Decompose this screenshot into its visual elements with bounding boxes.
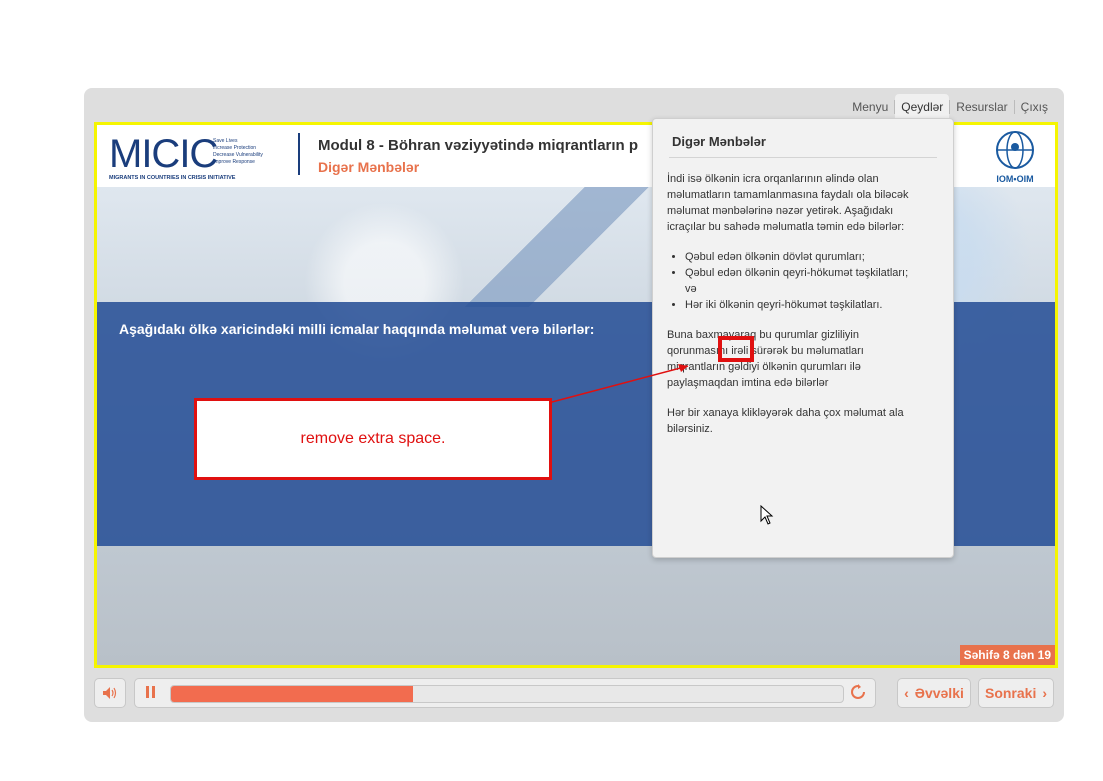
next-label: Sonraki (984, 685, 1037, 701)
prev-label: Əvvəlki (914, 685, 964, 701)
speaker-icon (103, 687, 117, 699)
annotation-callout: remove extra space. (194, 398, 552, 480)
progress-track[interactable] (170, 685, 844, 703)
prev-button[interactable]: ‹ Əvvəlki (897, 678, 971, 708)
callout-text: remove extra space. (300, 430, 446, 447)
volume-button[interactable] (94, 678, 126, 708)
callout-arrow (551, 364, 689, 403)
chevron-left-icon: ‹ (904, 685, 909, 701)
pause-icon[interactable] (145, 685, 157, 702)
player-controls: ‹ Əvvəlki Sonraki › (84, 676, 1064, 710)
chevron-right-icon: › (1042, 685, 1048, 701)
progress-fill (171, 686, 413, 702)
replay-icon[interactable] (850, 684, 866, 705)
mouse-cursor-icon (760, 505, 774, 525)
next-button[interactable]: Sonraki › (978, 678, 1054, 708)
